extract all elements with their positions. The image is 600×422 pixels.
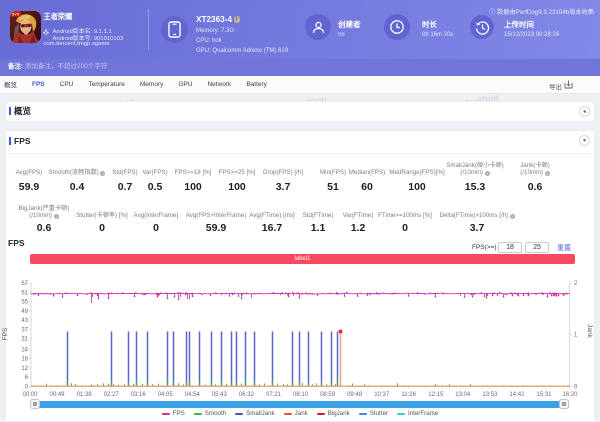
svg-text:5V5: 5V5 xyxy=(12,11,20,16)
